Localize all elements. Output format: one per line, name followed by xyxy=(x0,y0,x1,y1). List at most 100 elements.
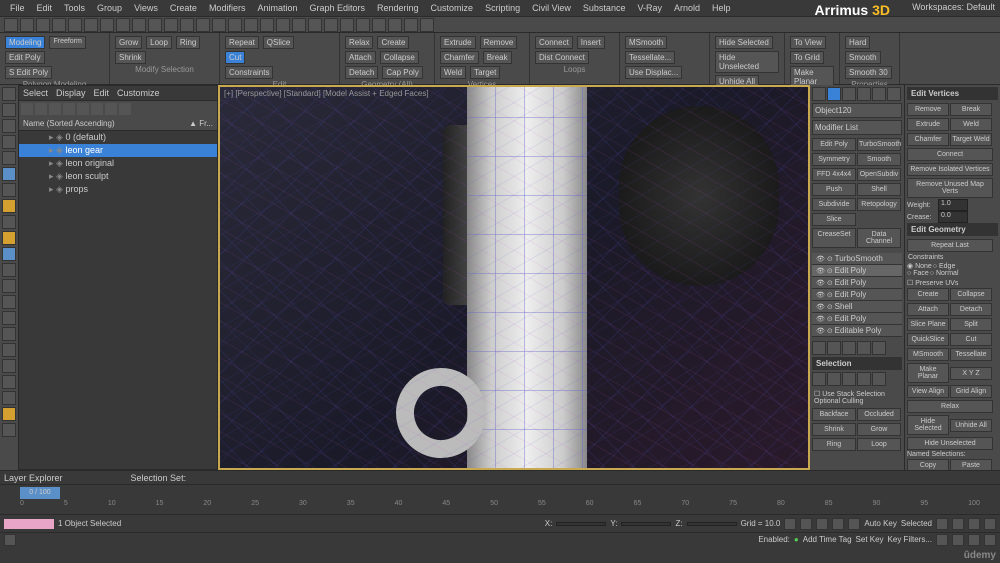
tool-icon[interactable] xyxy=(2,247,16,261)
menu-graph-editors[interactable]: Graph Editors xyxy=(303,1,371,15)
constraint-face[interactable]: ○ Face xyxy=(907,270,929,277)
constraints-button[interactable]: Constraints xyxy=(225,66,273,79)
tree-item-selected[interactable]: leon gear xyxy=(19,144,217,157)
se-filter-icon[interactable] xyxy=(49,103,61,115)
tool-icon[interactable] xyxy=(2,263,16,277)
ring-button[interactable]: Ring xyxy=(176,36,200,49)
scale-icon[interactable] xyxy=(164,18,178,32)
use-stack-checkbox[interactable]: ☐ Use Stack Selection xyxy=(814,391,885,398)
ffd-btn[interactable]: FFD 4x4x4 xyxy=(812,168,856,181)
msmooth-geo-btn[interactable]: MSmooth xyxy=(907,348,949,361)
use-displac-button[interactable]: Use Displac... xyxy=(625,66,682,79)
goto-end-icon[interactable] xyxy=(848,518,860,530)
unlink-icon[interactable] xyxy=(52,18,66,32)
se-menu-select[interactable]: Select xyxy=(23,88,48,98)
menu-edit[interactable]: Edit xyxy=(31,1,59,15)
msmooth-button[interactable]: MSmooth xyxy=(625,36,667,49)
collapse-button[interactable]: Collapse xyxy=(380,51,419,64)
display-tab-icon[interactable] xyxy=(872,87,886,101)
rotate-icon[interactable] xyxy=(148,18,162,32)
connect-btn[interactable]: Connect xyxy=(907,148,993,161)
tool-icon[interactable] xyxy=(2,231,16,245)
remove-iso-btn[interactable]: Remove Isolated Vertices xyxy=(907,163,993,176)
slice-btn[interactable]: Slice xyxy=(812,213,856,226)
symmetry-btn[interactable]: Symmetry xyxy=(812,153,856,166)
selected-dropdown[interactable]: Selected xyxy=(901,519,932,528)
hide-sel-btn[interactable]: Hide Selected xyxy=(907,415,949,435)
se-filter-icon[interactable] xyxy=(119,103,131,115)
undo-icon[interactable] xyxy=(4,18,18,32)
tool-icon[interactable] xyxy=(2,103,16,117)
remove-button[interactable]: Remove xyxy=(480,36,518,49)
se-menu-edit[interactable]: Edit xyxy=(94,88,110,98)
se-menu-customize[interactable]: Customize xyxy=(117,88,160,98)
play-icon[interactable] xyxy=(816,518,828,530)
stack-item[interactable]: Shell xyxy=(812,301,902,313)
tool-icon[interactable] xyxy=(2,135,16,149)
render-icon[interactable] xyxy=(420,18,434,32)
target-weld-btn[interactable]: Target Weld xyxy=(950,133,992,146)
se-filter-icon[interactable] xyxy=(63,103,75,115)
menu-modifiers[interactable]: Modifiers xyxy=(203,1,252,15)
xyz-btn[interactable]: X Y Z xyxy=(950,367,992,380)
menu-civil-view[interactable]: Civil View xyxy=(526,1,577,15)
se-filter-icon[interactable] xyxy=(105,103,117,115)
break-btn[interactable]: Break xyxy=(950,103,992,116)
maximize-icon[interactable] xyxy=(984,534,996,546)
dist-connect-button[interactable]: Dist Connect xyxy=(535,51,589,64)
insert-button[interactable]: Insert xyxy=(577,36,605,49)
ribbon-tab-modeling[interactable]: Modeling xyxy=(5,36,45,49)
hide-unselected-button[interactable]: Hide Unselected xyxy=(715,51,779,73)
menu-views[interactable]: Views xyxy=(128,1,164,15)
selection-rollout-header[interactable]: Selection xyxy=(812,357,902,370)
edge-subobj-icon[interactable] xyxy=(827,372,841,386)
menu-vray[interactable]: V-Ray xyxy=(631,1,668,15)
pivot-icon[interactable] xyxy=(196,18,210,32)
render-frame-icon[interactable] xyxy=(404,18,418,32)
schematic-icon[interactable] xyxy=(356,18,370,32)
remove-mod-icon[interactable] xyxy=(857,341,871,355)
workspace-selector[interactable]: Workspaces: Default xyxy=(912,2,995,12)
opensubdiv-btn[interactable]: OpenSubdiv xyxy=(857,168,901,181)
border-subobj-icon[interactable] xyxy=(842,372,856,386)
utilities-tab-icon[interactable] xyxy=(887,87,901,101)
menu-tools[interactable]: Tools xyxy=(58,1,91,15)
all-filter-icon[interactable] xyxy=(116,18,130,32)
detach-button[interactable]: Detach xyxy=(345,66,378,79)
tool-icon[interactable] xyxy=(2,183,16,197)
grow-button[interactable]: Grow xyxy=(115,36,142,49)
create-geo-btn[interactable]: Create xyxy=(907,288,949,301)
maxscript-bar[interactable] xyxy=(4,519,54,529)
z-field[interactable] xyxy=(687,522,737,526)
edit-poly-button[interactable]: Edit Poly xyxy=(5,51,45,64)
tool-icon[interactable] xyxy=(2,151,16,165)
split-btn[interactable]: Split xyxy=(950,318,992,331)
hide-selected-button[interactable]: Hide Selected xyxy=(715,36,773,49)
viewport-canvas[interactable] xyxy=(220,87,808,468)
select-icon[interactable] xyxy=(68,18,82,32)
smooth-button[interactable]: Smooth xyxy=(845,51,881,64)
loop-sel-btn[interactable]: Loop xyxy=(857,438,901,451)
link-icon[interactable] xyxy=(36,18,50,32)
menu-scripting[interactable]: Scripting xyxy=(479,1,526,15)
extrude-button[interactable]: Extrude xyxy=(440,36,476,49)
editpoly-btn[interactable]: Edit Poly xyxy=(812,138,856,151)
viewport[interactable]: [+] [Perspective] [Standard] [Model Assi… xyxy=(218,85,810,470)
config-sets-icon[interactable] xyxy=(872,341,886,355)
to-grid-button[interactable]: To Grid xyxy=(790,51,824,64)
unique-icon[interactable] xyxy=(842,341,856,355)
tool-icon[interactable] xyxy=(2,295,16,309)
occluded-btn[interactable]: Occluded xyxy=(857,408,901,421)
collapse-geo-btn[interactable]: Collapse xyxy=(950,288,992,301)
menu-substance[interactable]: Substance xyxy=(577,1,632,15)
target-button[interactable]: Target xyxy=(470,66,500,79)
element-subobj-icon[interactable] xyxy=(872,372,886,386)
cross-icon[interactable] xyxy=(100,18,114,32)
creaseset-btn[interactable]: CreaseSet xyxy=(812,228,856,248)
remove-btn[interactable]: Remove xyxy=(907,103,949,116)
hide-unsel-btn[interactable]: Hide Unselected xyxy=(907,437,993,450)
repeat-last-btn[interactable]: Repeat Last xyxy=(907,239,993,252)
show-end-icon[interactable] xyxy=(827,341,841,355)
nav-icon[interactable] xyxy=(952,518,964,530)
vertex-subobj-icon[interactable] xyxy=(812,372,826,386)
